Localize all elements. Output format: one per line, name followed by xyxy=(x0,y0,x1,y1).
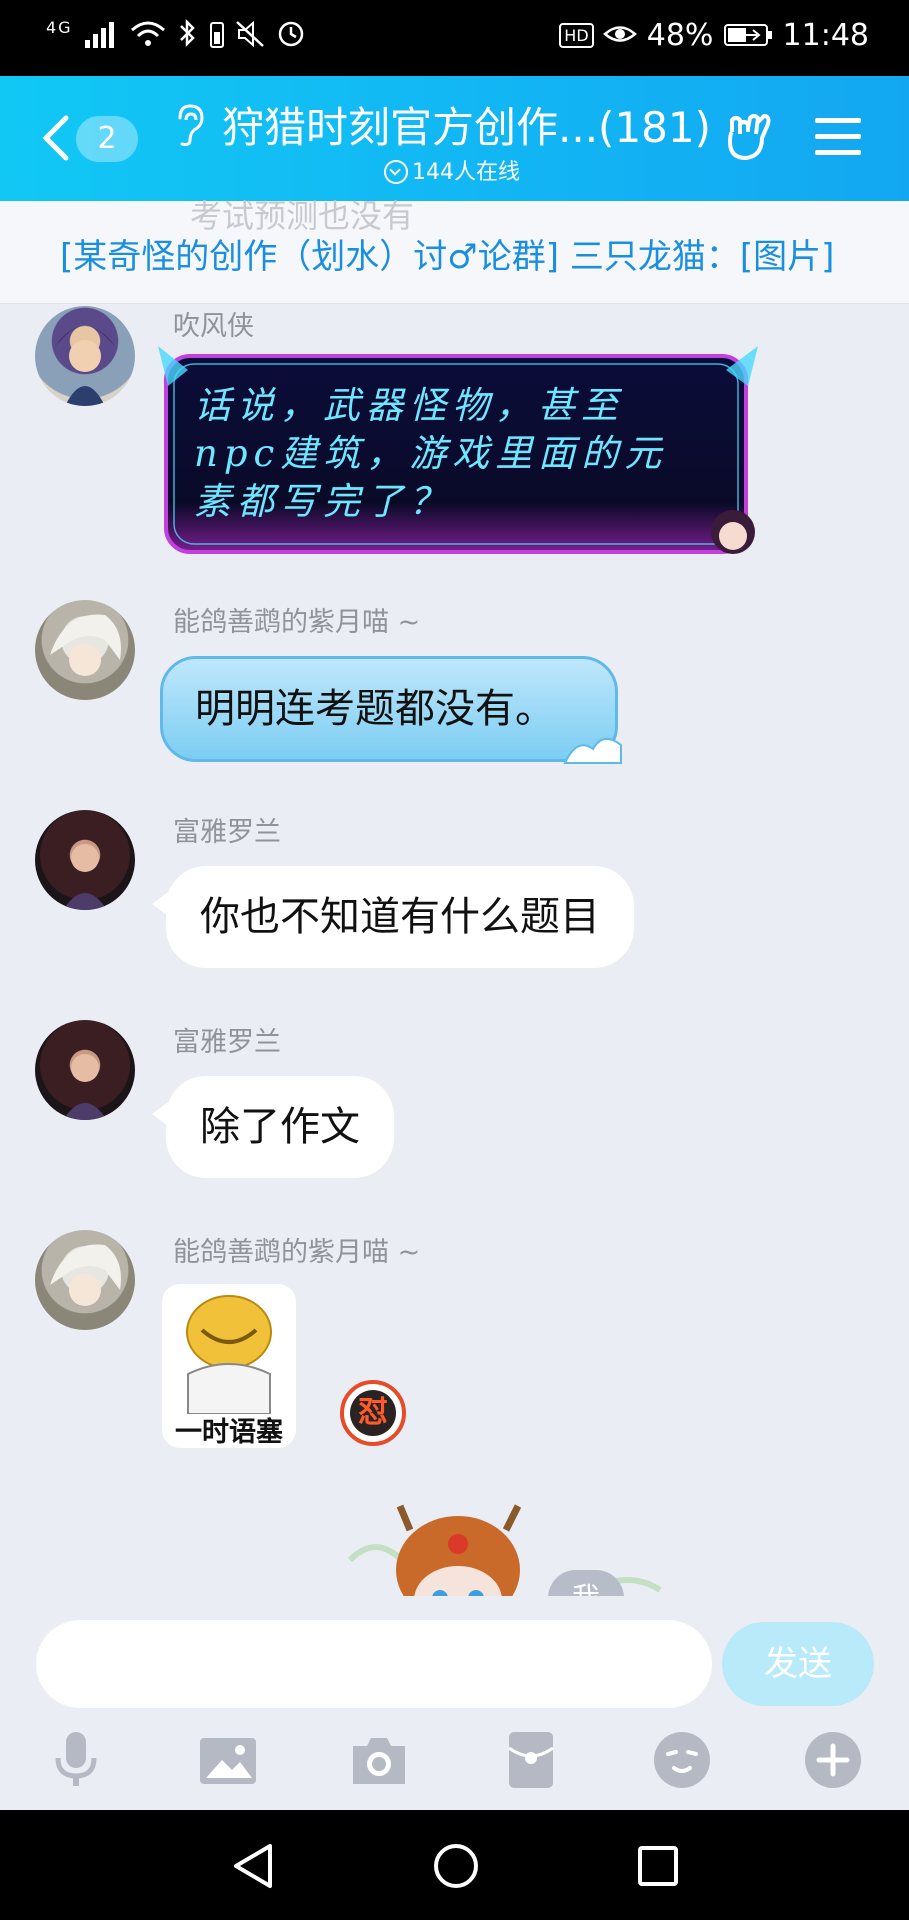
nav-back-icon[interactable] xyxy=(230,1842,276,1890)
message-text: 你也不知道有什么题目 xyxy=(200,894,600,940)
rock-hand-icon[interactable] xyxy=(722,112,778,164)
input-bar: 发送 xyxy=(0,1596,909,1810)
battery-percent: 48% xyxy=(646,18,714,53)
message-bubble[interactable]: 你也不知道有什么题目 xyxy=(166,866,634,968)
status-right: HD 48% 11:48 xyxy=(559,18,869,53)
message-bubble[interactable]: 明明连考题都没有。 xyxy=(160,656,622,764)
alarm-icon xyxy=(278,21,304,47)
sticker-caption: 一时语塞 xyxy=(175,1417,283,1448)
menu-icon[interactable] xyxy=(815,116,861,158)
message-text: 明明连考题都没有。 xyxy=(195,686,555,732)
sticker-image[interactable]: 一时语塞 xyxy=(162,1284,296,1448)
hd-badge: HD xyxy=(559,23,594,48)
sender-name: 富雅罗兰 xyxy=(173,817,281,848)
notice-text[interactable]: [某奇怪的创作（划水）讨♂论群] 三只龙猫：[图片] xyxy=(60,229,834,278)
sender-name: 能鸽善鹉的紫月喵 ~ xyxy=(173,607,421,638)
nav-home-icon[interactable] xyxy=(432,1842,480,1890)
avatar-art xyxy=(63,844,107,910)
send-button[interactable]: 发送 xyxy=(722,1622,874,1706)
sender-name: 吹风侠 xyxy=(173,311,254,342)
wave-decoration-icon xyxy=(563,738,622,764)
red-packet-icon[interactable] xyxy=(501,1730,561,1790)
chat-header: 2 狩猎时刻官方创作...(181) 144人在线 xyxy=(0,76,909,201)
reaction-badge[interactable]: 怼 xyxy=(340,1380,406,1446)
status-left: 4G xyxy=(46,18,306,51)
message-input[interactable] xyxy=(36,1620,712,1708)
emoji-icon[interactable] xyxy=(652,1730,712,1790)
unread-badge[interactable]: 2 xyxy=(76,116,138,162)
chevron-circle-icon xyxy=(384,160,408,184)
fancy-message-bubble[interactable]: 话说，武器怪物，甚至npc建筑，游戏里面的元素都写完了？ xyxy=(158,346,758,558)
sender-name: 能鸽善鹉的紫月喵 ~ xyxy=(173,1237,421,1268)
sender-name: 富雅罗兰 xyxy=(173,1027,281,1058)
chat-title: 狩猎时刻官方创作...(181) xyxy=(222,103,711,152)
avatar-art xyxy=(63,1054,107,1120)
bluetooth-icon xyxy=(180,18,196,48)
microphone-icon[interactable] xyxy=(46,1730,106,1790)
camera-icon[interactable] xyxy=(349,1730,409,1790)
avatar-art xyxy=(50,614,121,676)
mute-icon xyxy=(236,20,264,48)
avatar[interactable] xyxy=(35,600,135,700)
battery-small-icon xyxy=(210,22,225,48)
avatar[interactable] xyxy=(35,1020,135,1120)
avatar-art xyxy=(50,1244,121,1306)
signal-icon xyxy=(85,22,115,48)
system-nav-bar xyxy=(0,1810,909,1920)
message-text: 除了作文 xyxy=(200,1104,360,1150)
eye-icon xyxy=(603,26,638,42)
pinned-notice[interactable]: 考试预测也没有 [某奇怪的创作（划水）讨♂论群] 三只龙猫：[图片] xyxy=(0,197,909,304)
avatar-art xyxy=(55,326,115,406)
image-icon[interactable] xyxy=(198,1730,258,1790)
wifi-icon xyxy=(131,21,166,46)
online-label: 144人在线 xyxy=(412,160,520,185)
clock: 11:48 xyxy=(782,18,869,53)
status-bar: 4G HD 48% 11:48 xyxy=(0,0,909,76)
message-text: 话说，武器怪物，甚至npc建筑，游戏里面的元素都写完了？ xyxy=(194,384,668,523)
back-chevron-icon[interactable] xyxy=(38,114,74,162)
reaction-circle: 怼 xyxy=(350,1390,396,1436)
message-bubble[interactable]: 除了作文 xyxy=(166,1076,394,1178)
avatar[interactable] xyxy=(35,306,135,406)
online-count: 144人在线 xyxy=(384,154,520,186)
nav-recents-icon[interactable] xyxy=(636,1844,680,1888)
avatar[interactable] xyxy=(35,810,135,910)
plus-icon[interactable] xyxy=(803,1730,863,1790)
avatar[interactable] xyxy=(35,1230,135,1330)
ear-icon[interactable] xyxy=(172,102,206,148)
sticker-face xyxy=(186,1295,272,1414)
battery-icon xyxy=(723,24,772,46)
network-label: 4G xyxy=(46,18,73,37)
